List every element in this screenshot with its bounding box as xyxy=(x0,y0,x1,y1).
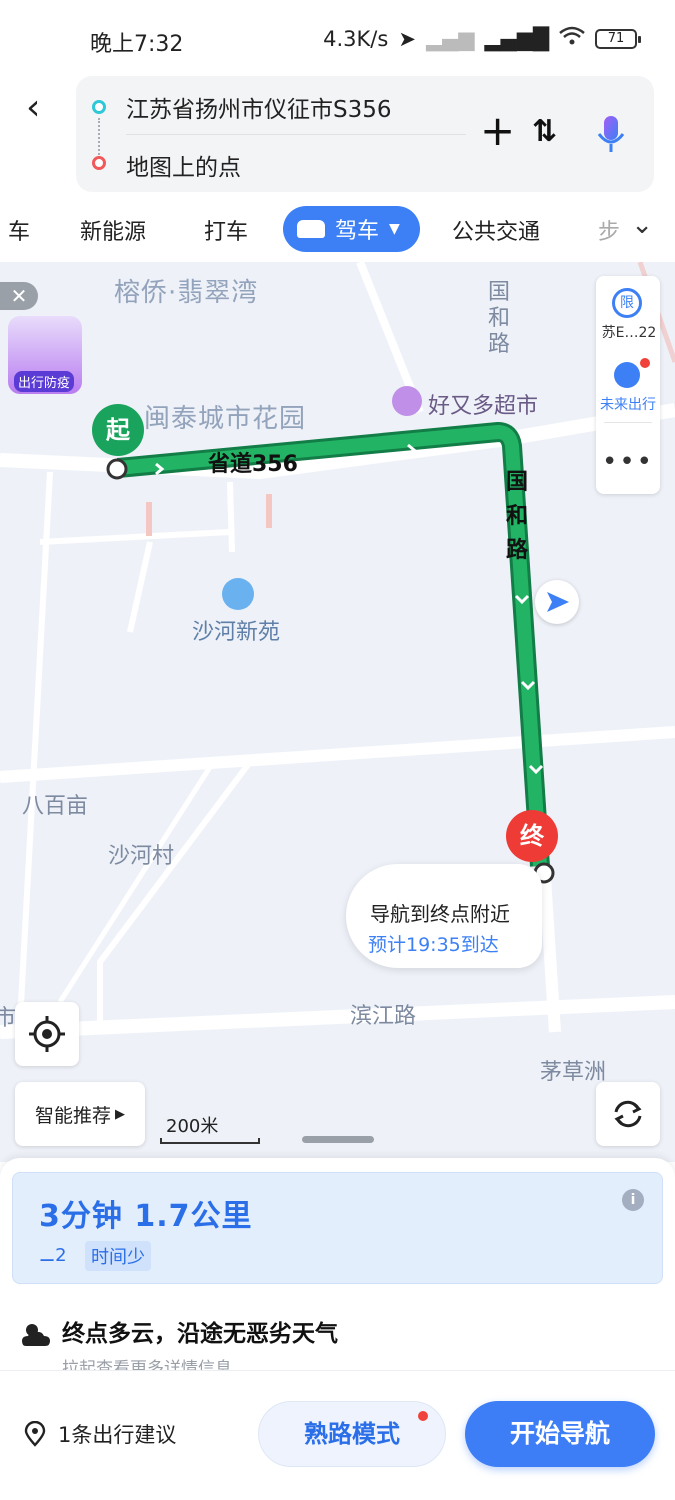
map-label-babaimu: 八百亩 xyxy=(22,794,89,819)
smart-recommend-label: 智能推荐 xyxy=(34,1104,111,1127)
route-connector xyxy=(98,118,100,158)
tab-taxi[interactable]: 打车 xyxy=(204,214,248,246)
signal-icon: ▂▄▆ xyxy=(425,26,475,51)
close-promo-button[interactable]: ✕ xyxy=(0,282,38,310)
familiar-route-mode-button[interactable]: 熟路模式 xyxy=(258,1401,446,1467)
end-pin[interactable]: 终 xyxy=(506,810,558,862)
tab-walk-partial[interactable]: 步 xyxy=(598,214,620,246)
traffic-lights-value: 2 xyxy=(55,1245,67,1266)
destination-dot-icon xyxy=(92,156,106,170)
cloudy-weather-icon xyxy=(20,1320,52,1348)
tabs-expand-icon[interactable]: ⌄ xyxy=(631,210,653,240)
traffic-lights-count: ⚊2 xyxy=(39,1245,67,1266)
divider xyxy=(604,422,652,423)
tip-eta: 预计19:35到达 xyxy=(368,934,499,956)
map-label-edge: 市 xyxy=(0,1006,17,1031)
start-navigation-button[interactable]: 开始导航 xyxy=(465,1401,655,1467)
status-bar: 晚上7:32 4.3K/s ➤ ▂▄▆ ▂▄▆█ 71 xyxy=(0,0,675,80)
tab-drive-label: 驾车 xyxy=(335,219,380,244)
map-label-residence: 沙河新苑 xyxy=(192,620,281,645)
traffic-light-icon: ⚊ xyxy=(39,1245,56,1266)
refresh-button[interactable] xyxy=(596,1082,660,1146)
route-tag: 时间少 xyxy=(85,1241,151,1271)
status-time: 晚上7:32 xyxy=(90,32,184,57)
travel-advice-link[interactable]: 1条出行建议 xyxy=(58,1419,176,1449)
tab-drive[interactable]: 驾车 ▼ xyxy=(283,206,420,252)
swap-route-button[interactable]: ⇅ xyxy=(532,114,557,149)
shopping-cart-icon xyxy=(392,386,422,416)
map-label-shahecun: 沙河村 xyxy=(108,844,175,869)
map-scale-label: 200米 xyxy=(166,1116,219,1137)
map-label-binjiang: 滨江路 xyxy=(350,1004,417,1029)
smart-recommend-button[interactable]: 智能推荐 ▶ xyxy=(15,1082,145,1146)
map-view[interactable]: ✕ 出行防疫 榕侨·翡翠湾 闽泰城市花园 国和路 好又多超市 沙河新苑 八百亩 … xyxy=(0,262,675,1162)
divider xyxy=(126,134,466,135)
car-icon xyxy=(297,220,325,238)
future-travel-label[interactable]: 未来出行 xyxy=(596,394,660,414)
locate-button[interactable] xyxy=(15,1002,79,1066)
map-label-community2: 闽泰城市花园 xyxy=(144,404,307,434)
weather-title: 终点多云，沿途无恶劣天气 xyxy=(62,1321,338,1347)
route-duration-distance: 3分钟 1.7公里 xyxy=(39,1199,253,1234)
map-label-community1: 榕侨·翡翠湾 xyxy=(114,278,259,308)
destination-field[interactable]: 地图上的点 xyxy=(126,148,241,182)
hd-signal-icon: ▂▄▆█ xyxy=(484,26,549,51)
origin-dot-icon xyxy=(92,100,106,114)
route-label-guohe: 国和路 xyxy=(506,470,529,563)
arrival-tip[interactable]: 导航到终点附近 预计19:35到达 xyxy=(346,864,542,968)
promo-label: 出行防疫 xyxy=(14,371,75,392)
residence-icon xyxy=(222,578,254,610)
wifi-icon xyxy=(559,26,585,51)
network-speed: 4.3K/s xyxy=(323,26,389,51)
route-input-card: 江苏省扬州市仪征市S356 地图上的点 + ⇅ xyxy=(76,76,654,192)
bottom-action-bar: 1条出行建议 熟路模式 开始导航 xyxy=(0,1370,675,1500)
map-label-guohe: 国和路 xyxy=(488,280,511,357)
map-scale-bar xyxy=(160,1138,260,1144)
tab-car-partial[interactable]: 车 xyxy=(8,214,30,246)
refresh-icon xyxy=(614,1100,642,1128)
notification-dot xyxy=(640,358,650,368)
plate-number[interactable]: 苏E…22 xyxy=(598,322,660,342)
info-icon[interactable]: i xyxy=(622,1189,644,1211)
tab-new-energy[interactable]: 新能源 xyxy=(80,214,146,246)
map-side-panel: 限 苏E…22 未来出行 ••• xyxy=(596,276,660,494)
back-button[interactable]: ‹ xyxy=(26,88,62,128)
start-pin[interactable]: 起 xyxy=(92,404,144,456)
location-pin-icon xyxy=(24,1420,46,1447)
route-option-card[interactable]: 3分钟 1.7公里 ⚊2 时间少 i xyxy=(12,1172,663,1284)
location-arrow-icon: ➤ xyxy=(398,26,416,51)
status-icons: 4.3K/s ➤ ▂▄▆ ▂▄▆█ 71 xyxy=(323,26,641,51)
promo-badge[interactable]: 出行防疫 xyxy=(8,316,82,394)
microphone-icon[interactable] xyxy=(596,114,626,156)
map-roads xyxy=(0,262,675,1039)
tip-title: 导航到终点附近 xyxy=(370,902,510,926)
more-options-icon[interactable]: ••• xyxy=(596,449,660,475)
crosshair-icon xyxy=(29,1016,65,1052)
notification-dot xyxy=(418,1411,428,1421)
sheet-drag-handle[interactable] xyxy=(302,1136,374,1143)
triangle-right-icon: ▶ xyxy=(115,1106,125,1122)
traffic-limit-icon[interactable]: 限 xyxy=(612,288,642,318)
map-label-supermarket: 好又多超市 xyxy=(428,394,539,419)
add-waypoint-button[interactable]: + xyxy=(480,110,515,152)
transport-tabs: 车 新能源 打车 驾车 ▼ 公共交通 步 ⌄ xyxy=(0,200,675,258)
route-label-s356: 省道356 xyxy=(208,452,298,477)
tab-public-transit[interactable]: 公共交通 xyxy=(452,214,540,246)
current-location-arrow-icon xyxy=(535,580,579,624)
battery-icon: 71 xyxy=(595,28,641,49)
chevron-down-icon: ▼ xyxy=(389,221,400,237)
origin-field[interactable]: 江苏省扬州市仪征市S356 xyxy=(126,90,392,124)
timer-icon[interactable] xyxy=(614,362,640,388)
